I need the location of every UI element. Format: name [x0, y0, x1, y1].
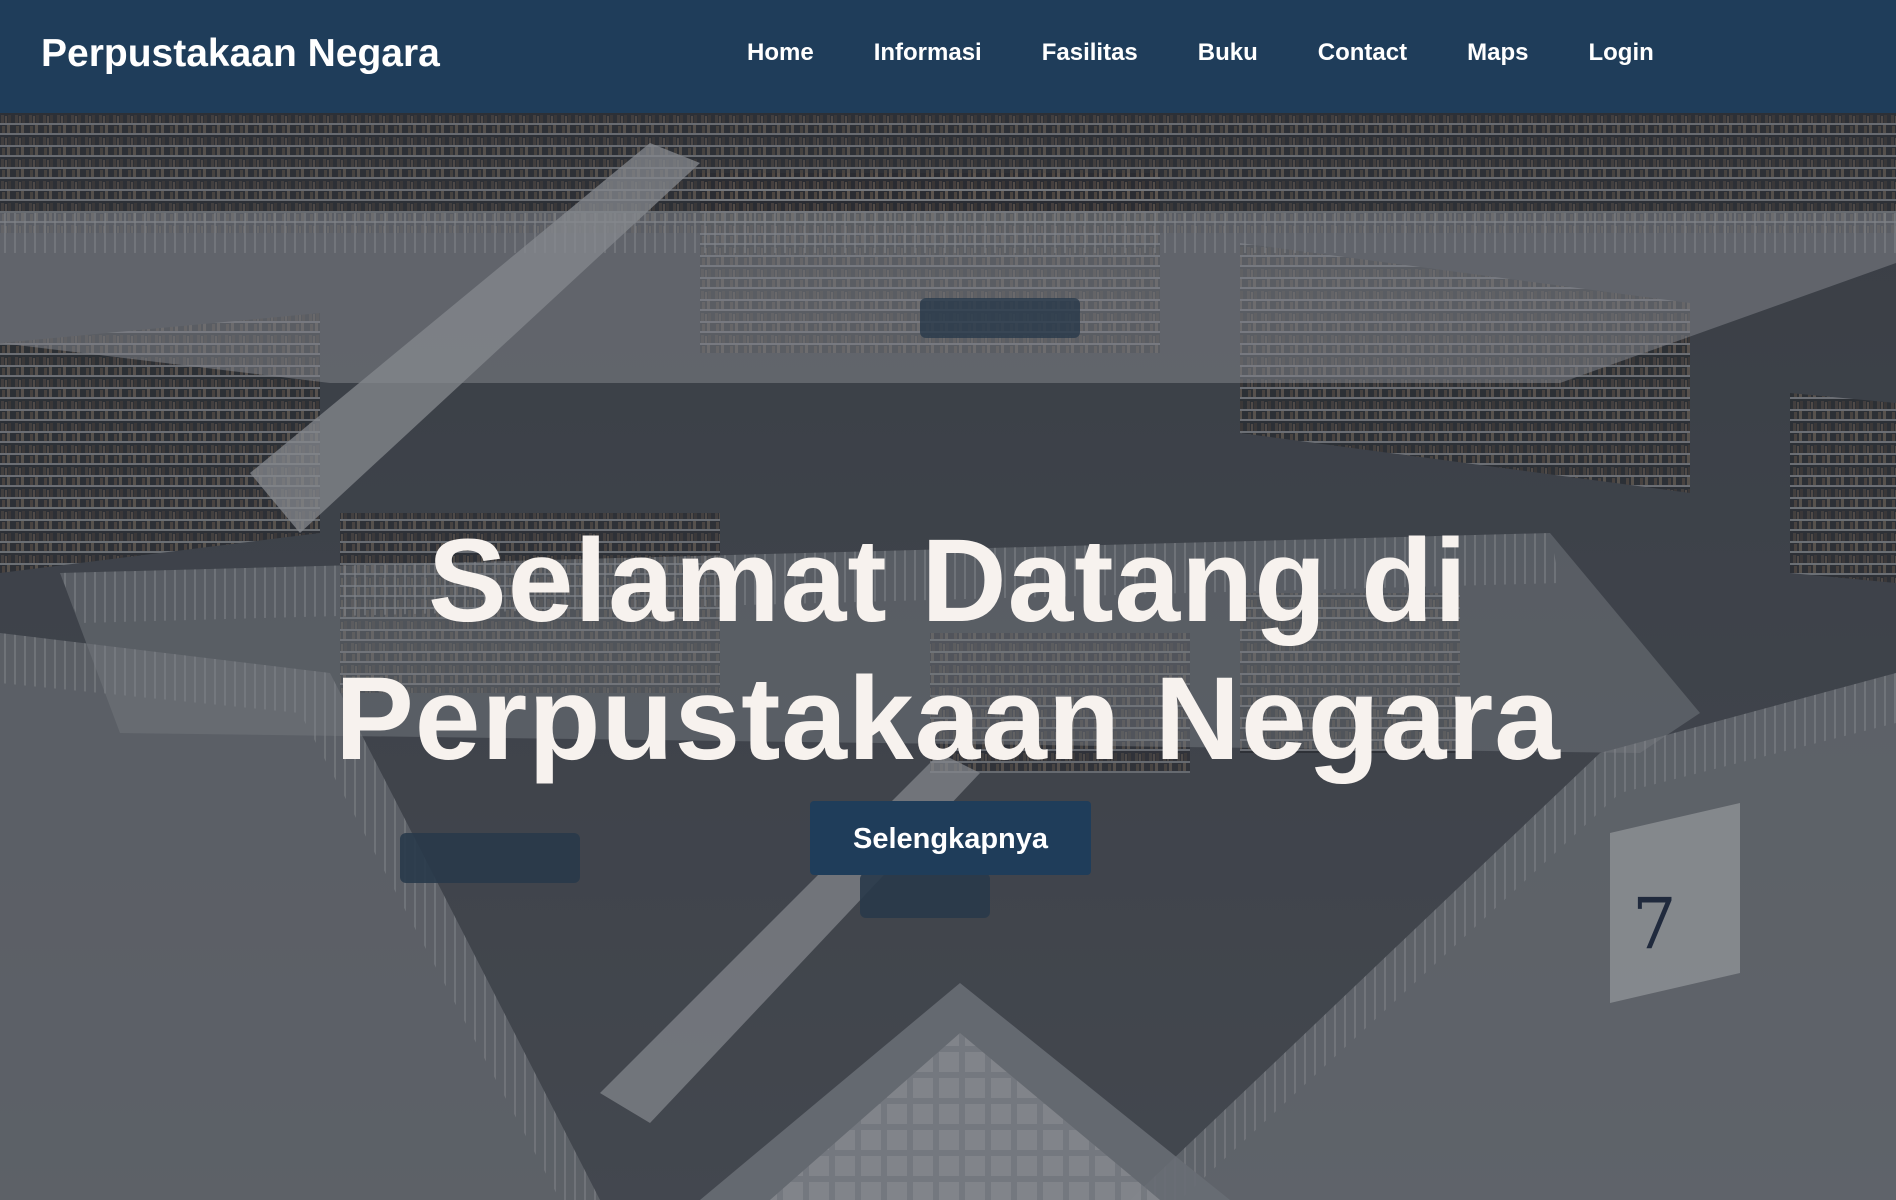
nav-link-fasilitas[interactable]: Fasilitas [1042, 38, 1138, 68]
nav-menu: Home Informasi Fasilitas Buku Contact Ma… [747, 38, 1654, 68]
nav-link-home[interactable]: Home [747, 38, 814, 68]
hero-title: Selamat Datang di Perpustakaan Negara [0, 512, 1896, 788]
nav-link-informasi[interactable]: Informasi [874, 38, 982, 68]
navbar: Perpustakaan Negara Home Informasi Fasil… [0, 0, 1896, 113]
site-brand[interactable]: Perpustakaan Negara [41, 31, 440, 77]
hero-section: 7 Selamat Datang di Perpustakaan Negara … [0, 113, 1896, 1200]
hero-title-line1: Selamat Datang di [428, 515, 1468, 648]
nav-link-maps[interactable]: Maps [1467, 38, 1528, 68]
selengkapnya-button[interactable]: Selengkapnya [810, 801, 1091, 875]
nav-link-login[interactable]: Login [1588, 38, 1653, 68]
hero-title-line2: Perpustakaan Negara [335, 653, 1561, 786]
nav-link-buku[interactable]: Buku [1198, 38, 1258, 68]
nav-link-contact[interactable]: Contact [1318, 38, 1407, 68]
